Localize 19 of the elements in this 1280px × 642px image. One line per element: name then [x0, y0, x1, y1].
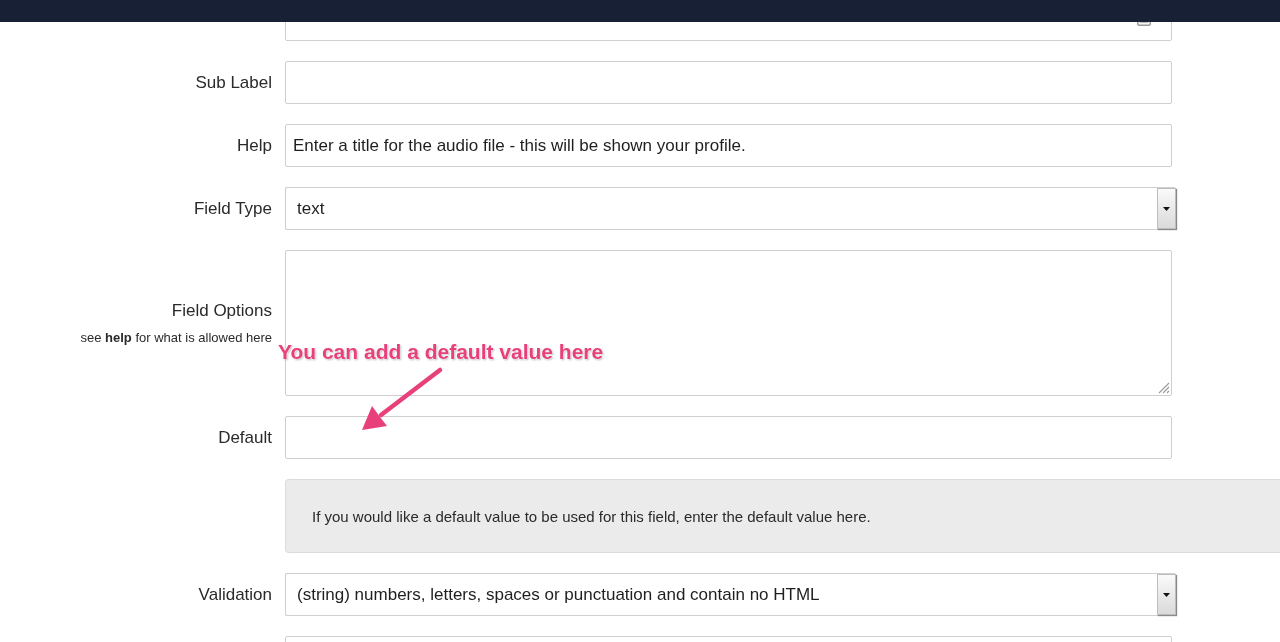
caret-icon	[1163, 592, 1170, 597]
field-label: Validation	[198, 584, 272, 605]
input-field[interactable]	[285, 416, 1172, 459]
annotation-text: You can add a default value here	[278, 339, 604, 364]
help-message: If you would like a default value to be used for this field, enter the default value here.	[285, 479, 1280, 553]
resize-grip-icon[interactable]	[1158, 382, 1170, 394]
field-label: Sub Label	[195, 72, 272, 93]
field-label: Field Options	[171, 300, 272, 321]
field-label: Field Type	[193, 198, 272, 219]
field-label: Default	[218, 427, 272, 448]
select-field[interactable]: text	[285, 187, 1176, 230]
input-field[interactable]	[285, 61, 1172, 104]
field-hint: see help for what is allowed here	[80, 329, 272, 346]
input-field[interactable]: Enter a title for the audio file - this will be shown your profile.	[285, 124, 1172, 167]
field-label: Help	[237, 135, 272, 156]
dropdown-button[interactable]	[1157, 574, 1176, 615]
dropdown-button[interactable]	[1157, 188, 1176, 229]
caret-icon	[1163, 206, 1170, 211]
select-field[interactable]: (string) numbers, letters, spaces or punctuation and contain no HTML	[285, 573, 1176, 616]
